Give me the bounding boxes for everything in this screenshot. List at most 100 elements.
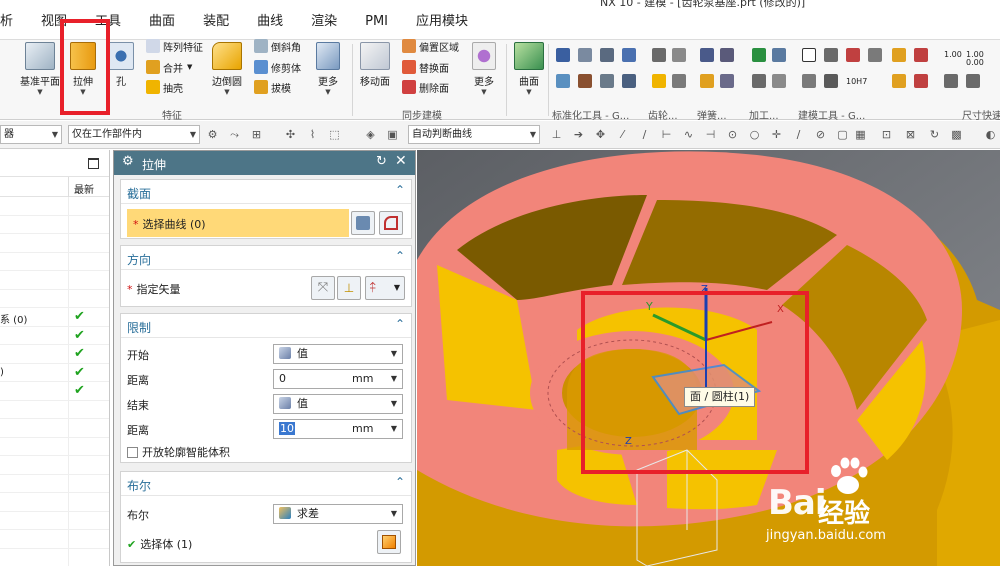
navigator-row[interactable] xyxy=(0,271,109,290)
tolerance-10h7-button[interactable]: 10H7 xyxy=(846,72,867,90)
navigator-row[interactable] xyxy=(0,548,109,566)
limits-header[interactable]: 限制 ⌃ xyxy=(121,314,411,338)
chevron-up-icon[interactable]: ⌃ xyxy=(395,183,405,197)
modeling-tool-icon[interactable] xyxy=(824,74,838,88)
vector-type-dropdown[interactable]: ⤉ ▼ xyxy=(365,276,405,300)
dim-tool-icon[interactable] xyxy=(966,74,980,88)
edge-blend-button[interactable]: 边倒圆 ▼ xyxy=(212,42,242,96)
modeling-tool-icon[interactable] xyxy=(824,48,838,62)
spring-tool-icon[interactable] xyxy=(700,48,714,62)
menu-analysis[interactable]: 析 xyxy=(0,12,27,32)
snap-icon[interactable]: ➔ xyxy=(572,128,585,141)
fit-view-icon[interactable]: ⊡ xyxy=(880,128,893,141)
navigator-row[interactable]: ✔ xyxy=(0,326,109,345)
snap-icon[interactable]: ✛ xyxy=(770,128,783,141)
selection-option-icon[interactable]: ⊞ xyxy=(250,128,263,141)
draft-button[interactable]: 拔模 xyxy=(254,78,291,96)
navigator-row[interactable] xyxy=(0,289,109,308)
snap-icon[interactable]: ⁄ xyxy=(616,128,629,141)
more-sync-button[interactable]: 更多 ▼ xyxy=(472,42,496,96)
navigator-row[interactable] xyxy=(0,511,109,530)
navigator-row[interactable] xyxy=(0,197,109,216)
gear-tool-icon[interactable] xyxy=(652,48,666,62)
menu-surface[interactable]: 曲面 xyxy=(135,12,189,32)
selection-scope-dropdown[interactable]: 仅在工作部件内 ▼ xyxy=(68,125,200,144)
sketch-section-button[interactable] xyxy=(351,211,375,235)
std-tool-icon[interactable] xyxy=(622,74,636,88)
navigator-row[interactable] xyxy=(0,252,109,271)
boolean-dropdown[interactable]: 求差 ▼ xyxy=(273,504,403,524)
navigator-row[interactable] xyxy=(0,234,109,253)
navigator-row[interactable] xyxy=(0,493,109,512)
std-tool-icon[interactable] xyxy=(622,48,636,62)
snap-icon[interactable]: ○ xyxy=(748,128,761,141)
modeling-tool-icon[interactable] xyxy=(846,48,860,62)
gear-tool-icon[interactable] xyxy=(672,48,686,62)
std-tool-icon[interactable] xyxy=(578,48,592,62)
navigator-row[interactable] xyxy=(0,530,109,549)
std-tool-icon[interactable] xyxy=(556,74,570,88)
selection-option-icon[interactable]: ◈ xyxy=(364,128,377,141)
chevron-up-icon[interactable]: ⌃ xyxy=(395,475,405,489)
move-face-button[interactable]: 移动面 xyxy=(360,42,390,88)
chevron-up-icon[interactable]: ⌃ xyxy=(395,249,405,263)
start-option-dropdown[interactable]: 值 ▼ xyxy=(273,344,403,364)
machining-tool-icon[interactable] xyxy=(772,74,786,88)
navigator-row[interactable] xyxy=(0,419,109,438)
pattern-feature-button[interactable]: 阵列特征 xyxy=(146,37,203,55)
chamfer-button[interactable]: 倒斜角 xyxy=(254,37,301,55)
modeling-tool-icon[interactable] xyxy=(868,48,882,62)
unite-button[interactable]: 合并 ▼ xyxy=(146,58,192,76)
snap-icon[interactable]: ⊢ xyxy=(660,128,673,141)
snap-icon[interactable]: ⊥ xyxy=(550,128,563,141)
type-filter-dropdown[interactable]: 器 ▼ xyxy=(0,125,62,144)
snap-icon[interactable]: ✥ xyxy=(594,128,607,141)
menu-render[interactable]: 渲染 xyxy=(297,12,351,32)
vector-dialog-button[interactable]: ⊥ xyxy=(337,276,361,300)
delete-face-button[interactable]: 删除面 xyxy=(402,78,449,96)
selection-option-icon[interactable]: ⬚ xyxy=(328,128,341,141)
selection-option-icon[interactable]: ⌇ xyxy=(306,128,319,141)
selection-option-icon[interactable]: ✣ xyxy=(284,128,297,141)
selection-option-icon[interactable]: ⤳ xyxy=(228,128,241,141)
curve-rule-dropdown[interactable]: 自动判断曲线 ▼ xyxy=(408,125,540,144)
menu-pmi[interactable]: PMI xyxy=(351,12,402,32)
dim-tool-icon[interactable] xyxy=(914,74,928,88)
gear-tool-icon[interactable] xyxy=(652,74,666,88)
select-body-button[interactable] xyxy=(377,530,401,554)
navigator-row[interactable] xyxy=(0,456,109,475)
navigator-row[interactable]: ) ✔ xyxy=(0,363,109,382)
curve-select-button[interactable] xyxy=(379,211,403,235)
navigator-row[interactable] xyxy=(0,437,109,456)
open-profile-checkbox[interactable]: 开放轮廓智能体积 xyxy=(127,444,230,460)
maximize-icon[interactable] xyxy=(88,158,99,169)
checkbox-box[interactable] xyxy=(127,447,138,458)
select-body-row[interactable]: ✔ 选择体 (1) xyxy=(127,536,192,552)
navigator-row[interactable]: ✔ xyxy=(0,382,109,401)
snap-icon[interactable]: ∕ xyxy=(638,128,651,141)
selection-option-icon[interactable]: ▣ xyxy=(386,128,399,141)
spring-tool-icon[interactable] xyxy=(700,74,714,88)
reset-icon[interactable]: ↻ xyxy=(376,154,387,169)
dim-tool-icon[interactable] xyxy=(892,74,906,88)
render-style-icon[interactable]: ▩ xyxy=(950,128,963,141)
rotate-icon[interactable]: ↻ xyxy=(928,128,941,141)
direction-header[interactable]: 方向 ⌃ xyxy=(121,246,411,270)
modeling-tool-icon[interactable] xyxy=(802,74,816,88)
snap-icon[interactable]: ▦ xyxy=(854,128,867,141)
chevron-up-icon[interactable]: ⌃ xyxy=(395,317,405,331)
view-orient-icon[interactable]: ◐ xyxy=(984,128,997,141)
close-icon[interactable]: ✕ xyxy=(395,153,407,169)
dim-tool-icon[interactable] xyxy=(914,48,928,62)
dim-tool-icon[interactable] xyxy=(944,74,958,88)
dim-value-1[interactable]: 1.00 xyxy=(944,45,962,63)
datum-plane-button[interactable]: 基准平面 ▼ xyxy=(20,42,60,96)
gear-icon[interactable]: ⚙ xyxy=(122,154,134,169)
machining-tool-icon[interactable] xyxy=(772,48,786,62)
hole-button[interactable]: 孔 xyxy=(108,42,134,88)
gear-tool-icon[interactable] xyxy=(672,74,686,88)
std-tool-icon[interactable] xyxy=(556,48,570,62)
snap-icon[interactable]: ⊣ xyxy=(704,128,717,141)
machining-tool-icon[interactable] xyxy=(752,74,766,88)
surface-button[interactable]: 曲面 ▼ xyxy=(514,42,544,96)
